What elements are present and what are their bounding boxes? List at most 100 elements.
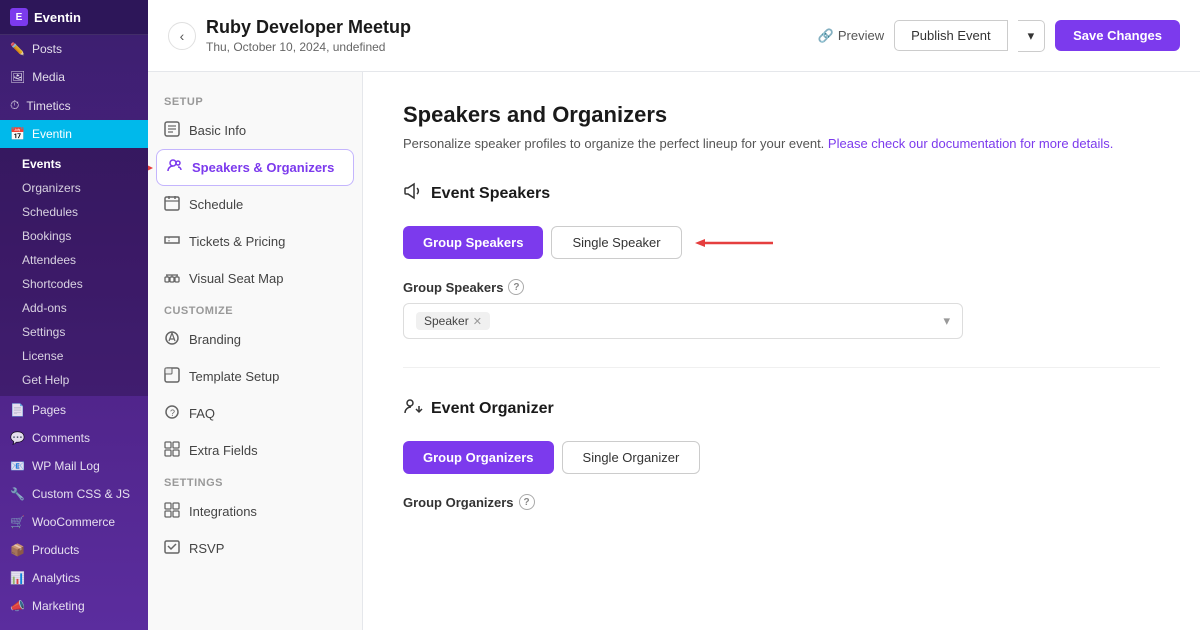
publish-dropdown-button[interactable]: ▾ [1018,20,1046,52]
sidebar-item-label: Marketing [32,599,85,613]
speakers-icon [167,158,183,177]
sidebar-sub-organizers[interactable]: Organizers [0,176,148,200]
topbar-left: ‹ Ruby Developer Meetup Thu, October 10,… [168,17,411,54]
speakers-title-text: Event Speakers [431,185,550,203]
posts-icon: ✏️ [10,42,25,56]
sidebar-sub-gethelp[interactable]: Get Help [0,368,148,392]
nav-item-label: Integrations [189,504,257,519]
sidebar-sub-shortcodes[interactable]: Shortcodes [0,272,148,296]
sidebar-arrow-annotation [148,160,155,176]
event-title: Ruby Developer Meetup [206,17,411,38]
template-icon [164,367,180,386]
sidebar-item-products[interactable]: 📦 Products [0,536,148,564]
organizer-icon [403,396,423,421]
sidebar-item-comments[interactable]: 💬 Comments [0,424,148,452]
sidebar-item-woocommerce[interactable]: 🛒 WooCommerce [0,508,148,536]
sidebar-item-pages[interactable]: 📄 Pages [0,396,148,424]
arrow-annotation [693,234,783,252]
docs-link[interactable]: Please check our documentation for more … [828,136,1113,151]
group-speakers-button[interactable]: Group Speakers [403,226,543,259]
preview-link[interactable]: 🔗 Preview [818,28,884,44]
wpmaillog-icon: 📧 [10,459,25,473]
page-title: Speakers and Organizers [403,102,1160,128]
sidebar-sub-events[interactable]: Events [0,152,148,176]
nav-item-schedule[interactable]: Schedule [148,186,362,223]
timetics-icon: ⏱ [10,98,19,113]
back-button[interactable]: ‹ [168,22,196,50]
sidebar-item-label: Eventin [32,127,72,141]
sidebar-item-analytics[interactable]: 📊 Analytics [0,564,148,592]
megaphone-icon [403,181,423,206]
main-wrapper: ‹ Ruby Developer Meetup Thu, October 10,… [148,0,1200,630]
sidebar-item-label: Media [32,70,65,84]
speakers-select-tags: Speaker ✕ [416,312,490,330]
settings-section-label: Settings [148,469,362,493]
sidebar-item-label: Products [32,543,79,557]
sidebar-item-label: Timetics [26,99,70,113]
group-speakers-help-icon[interactable]: ? [508,279,524,295]
nav-item-tickets-pricing[interactable]: Tickets & Pricing [148,223,362,260]
speakers-select[interactable]: Speaker ✕ ▾ [403,303,963,339]
sidebar-sub-schedules[interactable]: Schedules [0,200,148,224]
sidebar-item-media[interactable]: 🖼 Media [0,63,148,91]
publish-event-button[interactable]: Publish Event [894,20,1008,51]
event-date: Thu, October 10, 2024, undefined [206,40,411,54]
nav-item-speakers-organizers[interactable]: Speakers & Organizers [156,149,354,186]
group-organizers-button[interactable]: Group Organizers [403,441,554,474]
nav-item-template-setup[interactable]: Template Setup [148,358,362,395]
sidebar-sub-license[interactable]: License [0,344,148,368]
rsvp-icon [164,539,180,558]
nav-item-label: RSVP [189,541,224,556]
tag-remove-icon[interactable]: ✕ [473,315,482,328]
group-organizers-help-icon[interactable]: ? [519,494,535,510]
topbar: ‹ Ruby Developer Meetup Thu, October 10,… [148,0,1200,72]
nav-item-label: Visual Seat Map [189,271,283,286]
nav-item-integrations[interactable]: Integrations [148,493,362,530]
sidebar-item-label: Custom CSS & JS [32,487,130,501]
nav-item-label: Speakers & Organizers [192,160,334,175]
nav-item-label: FAQ [189,406,215,421]
sidebar-item-posts[interactable]: ✏️ Posts [0,35,148,63]
sidebar-item-label: Comments [32,431,90,445]
sidebar-sub-settings[interactable]: Settings [0,320,148,344]
nav-item-label: Schedule [189,197,243,212]
single-speaker-button[interactable]: Single Speaker [551,226,681,259]
save-changes-button[interactable]: Save Changes [1055,20,1180,51]
customize-section-label: Customize [148,297,362,321]
sidebar-item-customcss[interactable]: 🔧 Custom CSS & JS [0,480,148,508]
nav-item-faq[interactable]: ? FAQ [148,395,362,432]
sidebar-item-wpmaillog[interactable]: 📧 WP Mail Log [0,452,148,480]
marketing-icon: 📣 [10,599,25,613]
sidebar-sub-bookings[interactable]: Bookings [0,224,148,248]
nav-item-label: Extra Fields [189,443,258,458]
nav-item-visual-seat-map[interactable]: Visual Seat Map [148,260,362,297]
speakers-section-title: Event Speakers [403,181,1160,206]
nav-item-label: Branding [189,332,241,347]
woocommerce-icon: 🛒 [10,515,25,529]
chevron-down-icon: ▾ [943,313,950,329]
sidebar-item-timetics[interactable]: ⏱ Timetics [0,91,148,120]
sidebar-item-eventin[interactable]: 📅 Eventin [0,120,148,148]
comments-icon: 💬 [10,431,25,445]
content-wrapper: Setup Basic Info [148,72,1200,630]
schedule-icon [164,195,180,214]
tickets-icon [164,232,180,251]
branding-icon [164,330,180,349]
nav-item-rsvp[interactable]: RSVP [148,530,362,567]
organizer-section-title: Event Organizer [403,396,1160,421]
nav-item-extra-fields[interactable]: Extra Fields [148,432,362,469]
single-organizer-button[interactable]: Single Organizer [562,441,701,474]
event-info: Ruby Developer Meetup Thu, October 10, 2… [206,17,411,54]
sidebar-sub-attendees[interactable]: Attendees [0,248,148,272]
speakers-section: Event Speakers Group Speakers Single Spe… [403,181,1160,339]
nav-item-branding[interactable]: Branding [148,321,362,358]
sidebar-item-marketing[interactable]: 📣 Marketing [0,592,148,620]
sidebar-item-label: Posts [32,42,62,56]
nav-item-basic-info[interactable]: Basic Info [148,112,362,149]
nav-item-label: Basic Info [189,123,246,138]
chevron-down-icon: ▾ [1028,28,1035,43]
organizers-btn-group: Group Organizers Single Organizer [403,441,1160,474]
seat-map-icon [164,269,180,288]
extra-fields-icon [164,441,180,460]
sidebar-sub-addons[interactable]: Add-ons [0,296,148,320]
